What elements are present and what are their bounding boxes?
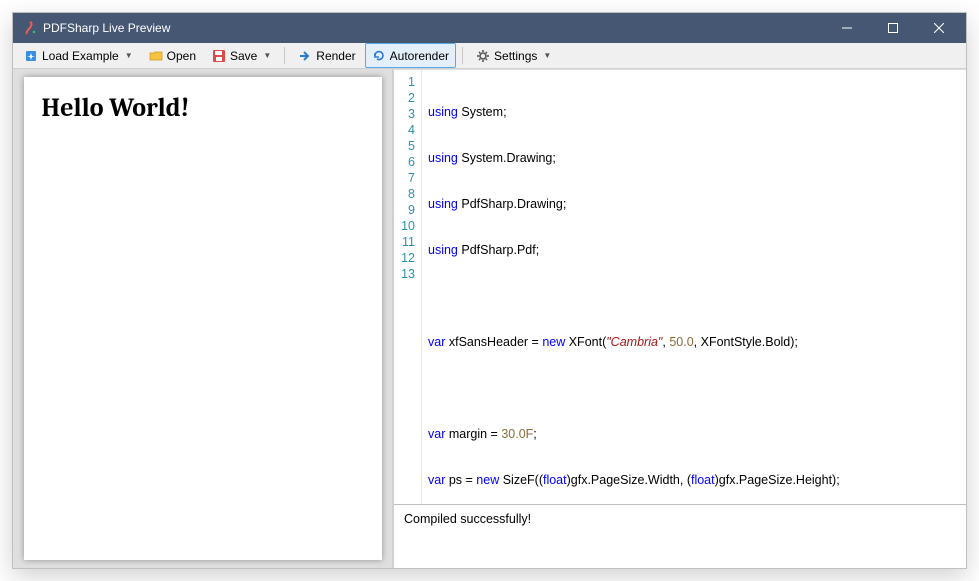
- button-label: Save: [230, 49, 257, 63]
- save-icon: [212, 49, 226, 63]
- right-column: 1 2 3 4 5 6 7 8 9 10 11 12 13 using Syst…: [393, 69, 966, 568]
- button-label: Open: [167, 49, 196, 63]
- output-panel: Compiled successfully!: [394, 504, 966, 568]
- line-gutter: 1 2 3 4 5 6 7 8 9 10 11 12 13: [394, 70, 422, 504]
- gear-icon: [476, 49, 490, 63]
- chevron-down-icon: ▼: [543, 51, 551, 60]
- close-button[interactable]: [916, 13, 962, 43]
- toolbar-separator: [284, 47, 285, 64]
- content-area: Hello World! 1 2 3 4 5 6 7 8 9 10 11 12: [13, 69, 966, 568]
- preview-panel: Hello World!: [13, 69, 393, 568]
- arrow-right-icon: [298, 49, 312, 63]
- window-controls: [824, 13, 962, 43]
- refresh-icon: [372, 49, 386, 63]
- chevron-down-icon: ▼: [125, 51, 133, 60]
- button-label: Render: [316, 49, 355, 63]
- autorender-button[interactable]: Autorender: [365, 43, 456, 68]
- code-content[interactable]: using System; using System.Drawing; usin…: [422, 70, 966, 504]
- minimize-button[interactable]: [824, 13, 870, 43]
- titlebar[interactable]: PDFSharp Live Preview: [13, 13, 966, 43]
- button-label: Load Example: [42, 49, 119, 63]
- code-editor[interactable]: 1 2 3 4 5 6 7 8 9 10 11 12 13 using Syst…: [394, 69, 966, 504]
- open-button[interactable]: Open: [142, 43, 203, 68]
- app-window: PDFSharp Live Preview Load Example ▼ Ope…: [12, 12, 967, 569]
- preview-heading: Hello World!: [42, 93, 364, 123]
- maximize-button[interactable]: [870, 13, 916, 43]
- button-label: Settings: [494, 49, 537, 63]
- render-button[interactable]: Render: [291, 43, 362, 68]
- output-text: Compiled successfully!: [404, 512, 531, 526]
- app-icon: [23, 21, 37, 35]
- save-button[interactable]: Save ▼: [205, 43, 278, 68]
- preview-page: Hello World!: [24, 77, 382, 560]
- toolbar-separator: [462, 47, 463, 64]
- button-label: Autorender: [390, 49, 449, 63]
- sparkle-icon: [24, 49, 38, 63]
- folder-icon: [149, 49, 163, 63]
- toolbar: Load Example ▼ Open Save ▼ Render Autore…: [13, 43, 966, 69]
- settings-button[interactable]: Settings ▼: [469, 43, 558, 68]
- chevron-down-icon: ▼: [263, 51, 271, 60]
- window-title: PDFSharp Live Preview: [43, 21, 824, 35]
- load-example-button[interactable]: Load Example ▼: [17, 43, 140, 68]
